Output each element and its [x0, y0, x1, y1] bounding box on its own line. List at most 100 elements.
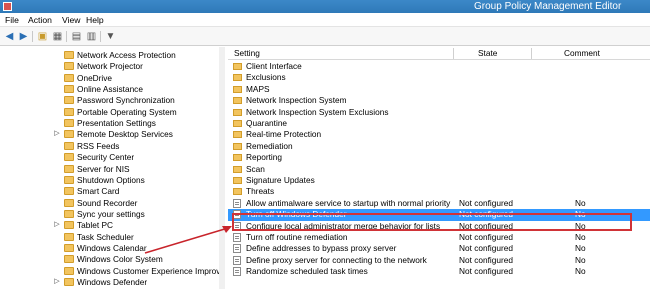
expand-chevron-icon[interactable]: [54, 197, 60, 209]
folder-row[interactable]: Network Inspection System Exclusions: [228, 107, 650, 118]
expand-chevron-icon[interactable]: ▷: [54, 219, 60, 231]
tree-item[interactable]: Windows Calendar: [0, 242, 223, 254]
tree-item-label: Password Synchronization: [77, 95, 175, 106]
folder-row[interactable]: Remediation: [228, 141, 650, 152]
tree-item[interactable]: Online Assistance: [0, 83, 223, 95]
folder-row[interactable]: Network Inspection System: [228, 95, 650, 106]
folder-row[interactable]: Scan: [228, 164, 650, 175]
folder-row[interactable]: MAPS: [228, 84, 650, 95]
forward-arrow-icon[interactable]: ▶: [17, 30, 30, 43]
column-header: Setting State Comment: [228, 47, 650, 60]
folder-row[interactable]: Real-time Protection: [228, 129, 650, 140]
menu-file[interactable]: File: [5, 13, 19, 27]
tree-item[interactable]: Presentation Settings: [0, 117, 223, 129]
expand-chevron-icon[interactable]: [54, 151, 60, 163]
tree-item[interactable]: Sound Recorder: [0, 197, 223, 209]
tree-item[interactable]: ▷ Tablet PC: [0, 219, 223, 231]
tree-item[interactable]: Windows Color System: [0, 253, 223, 265]
column-comment[interactable]: Comment: [564, 47, 600, 60]
policy-comment: No: [575, 209, 586, 220]
folder-row[interactable]: Exclusions: [228, 72, 650, 83]
column-separator[interactable]: [453, 48, 454, 59]
expand-chevron-icon[interactable]: ▷: [54, 128, 60, 140]
folder-row[interactable]: Threats: [228, 186, 650, 197]
tree-item[interactable]: ▷ Windows Defender: [0, 276, 223, 288]
tree-item-label: Windows Defender: [77, 277, 148, 287]
policy-state: Not configured: [459, 266, 513, 277]
column-state[interactable]: State: [478, 47, 497, 60]
policy-comment: No: [575, 254, 586, 265]
column-setting[interactable]: Setting: [234, 47, 260, 60]
expand-chevron-icon[interactable]: [54, 60, 60, 72]
tree-item[interactable]: Task Scheduler: [0, 231, 223, 243]
folder-row[interactable]: Client Interface: [228, 61, 650, 72]
tree-item[interactable]: Portable Operating System: [0, 106, 223, 118]
expand-chevron-icon[interactable]: [54, 242, 60, 254]
tree-item[interactable]: Network Projector: [0, 60, 223, 72]
menu-help[interactable]: Help: [86, 13, 104, 27]
policy-setting-icon: [233, 233, 241, 242]
folder-row[interactable]: Reporting: [228, 152, 650, 163]
tree-item[interactable]: Sync your settings: [0, 208, 223, 220]
policy-row[interactable]: Turn off routine remediation Not configur…: [228, 232, 650, 243]
policy-row[interactable]: Randomize scheduled task times Not config…: [228, 266, 650, 277]
tree-item[interactable]: ▷ Remote Desktop Services: [0, 128, 223, 140]
folder-icon: [64, 73, 74, 82]
policy-row[interactable]: Define proxy server for connecting to th…: [228, 255, 650, 266]
expand-chevron-icon[interactable]: [54, 174, 60, 186]
expand-chevron-icon[interactable]: [54, 94, 60, 106]
policy-row[interactable]: Allow antimalware service to startup wit…: [228, 198, 650, 209]
expand-chevron-icon[interactable]: [54, 83, 60, 95]
expand-chevron-icon[interactable]: [54, 106, 60, 118]
policy-state: Not configured: [459, 243, 513, 254]
folder-icon: [233, 74, 242, 82]
policy-name: Define proxy server for connecting to th…: [246, 254, 427, 265]
folder-icon: [64, 278, 74, 286]
folder-name: MAPS: [246, 83, 270, 94]
expand-chevron-icon[interactable]: [54, 231, 60, 243]
policy-row-selected[interactable]: Turn off Windows Defender Not configured N…: [228, 209, 650, 221]
tree-item[interactable]: Password Synchronization: [0, 94, 223, 106]
help-icon[interactable]: ▥: [85, 30, 98, 43]
tree-item[interactable]: Security Center: [0, 151, 223, 163]
menu-view[interactable]: View: [62, 13, 80, 27]
policy-row[interactable]: Define addresses to bypass proxy server N…: [228, 243, 650, 254]
expand-chevron-icon[interactable]: [54, 265, 60, 277]
expand-chevron-icon[interactable]: [54, 49, 60, 61]
folder-row[interactable]: Signature Updates: [228, 175, 650, 186]
expand-chevron-icon[interactable]: [54, 185, 60, 197]
folder-icon: [64, 130, 74, 139]
policy-row[interactable]: Configure local administrator merge beha…: [228, 221, 650, 232]
folder-up-icon[interactable]: ▣: [36, 30, 49, 43]
column-separator[interactable]: [531, 48, 532, 59]
policy-comment: No: [575, 243, 586, 254]
folder-icon: [64, 266, 74, 275]
folder-name: Real-time Protection: [246, 129, 322, 140]
tree-item[interactable]: RSS Feeds: [0, 140, 223, 152]
filter-icon[interactable]: ▼: [104, 30, 117, 43]
back-arrow-icon[interactable]: ◀: [3, 30, 16, 43]
tree-item[interactable]: Windows Customer Experience Improvem: [0, 265, 223, 277]
show-hide-tree-icon[interactable]: ▦: [51, 30, 64, 43]
folder-name: Threats: [246, 186, 275, 197]
tree-item[interactable]: Network Access Protection: [0, 49, 223, 61]
expand-chevron-icon[interactable]: [54, 163, 60, 175]
export-list-icon[interactable]: ▤: [70, 30, 83, 43]
tree-item[interactable]: Shutdown Options: [0, 174, 223, 186]
folder-row[interactable]: Quarantine: [228, 118, 650, 129]
folder-icon: [64, 175, 74, 184]
expand-chevron-icon[interactable]: [54, 72, 60, 84]
menu-action[interactable]: Action: [28, 13, 52, 27]
expand-chevron-icon[interactable]: [54, 140, 60, 152]
tree-item[interactable]: Server for NIS: [0, 163, 223, 175]
folder-name: Remediation: [246, 140, 293, 151]
expand-chevron-icon[interactable]: ▷: [54, 276, 60, 288]
expand-chevron-icon[interactable]: [54, 253, 60, 265]
tree-item-label: Windows Calendar: [77, 242, 147, 253]
folder-name: Scan: [246, 163, 265, 174]
tree-scrollbar[interactable]: [219, 47, 225, 289]
tree-item[interactable]: OneDrive: [0, 72, 223, 84]
tree-item[interactable]: Smart Card: [0, 185, 223, 197]
expand-chevron-icon[interactable]: [54, 117, 60, 129]
expand-chevron-icon[interactable]: [54, 208, 60, 220]
